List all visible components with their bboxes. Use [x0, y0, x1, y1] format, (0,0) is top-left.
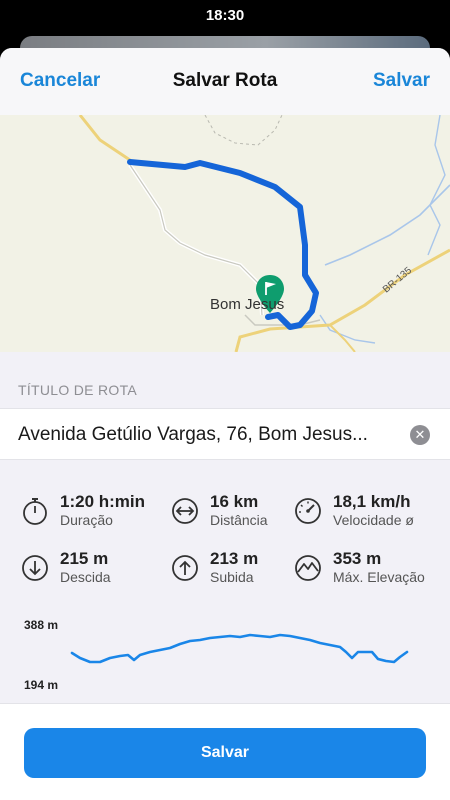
- map-boundary-line: [204, 115, 283, 146]
- stat-label: Distância: [210, 512, 268, 528]
- map-river-2: [427, 115, 446, 256]
- map-canvas: [78, 115, 450, 352]
- footer-bar: Salvar: [0, 703, 450, 800]
- stopwatch-icon: [23, 498, 47, 525]
- route-title-field[interactable]: Avenida Getúlio Vargas, 76, Bom Jesus...…: [0, 408, 450, 460]
- mountain-icon: [295, 555, 321, 581]
- route-title-input[interactable]: Avenida Getúlio Vargas, 76, Bom Jesus...: [18, 424, 368, 446]
- nav-bar: Cancelar Salvar Rota Salvar: [0, 48, 450, 115]
- save-button-top[interactable]: Salvar: [373, 70, 430, 92]
- stat-value: 16 km: [210, 492, 259, 511]
- stat-label: Subida: [210, 569, 254, 585]
- elevation-profile: 388 m 194 m: [0, 608, 450, 698]
- speedometer-icon: [295, 498, 321, 524]
- route-title-section-label: TÍTULO DE ROTA: [18, 382, 138, 398]
- status-time: 18:30: [205, 6, 245, 24]
- clear-icon[interactable]: ✕: [410, 425, 430, 445]
- stat-label: Velocidade ø: [333, 512, 414, 528]
- map-river-3: [319, 314, 376, 344]
- save-button[interactable]: Salvar: [24, 728, 426, 778]
- distance-arrows-icon: [172, 498, 198, 524]
- map-road-gray: [129, 164, 263, 316]
- arrow-up-icon: [172, 555, 198, 581]
- stat-value: 213 m: [210, 549, 259, 568]
- route-map[interactable]: Bom Jesus BR-135: [0, 115, 450, 352]
- elevation-chart: [70, 633, 409, 664]
- stat-label: Duração: [60, 512, 113, 528]
- stat-value: 353 m: [333, 549, 382, 568]
- arrow-down-icon: [22, 555, 48, 581]
- cancel-button[interactable]: Cancelar: [20, 70, 100, 92]
- status-bar: 18:30: [0, 0, 450, 30]
- save-route-sheet: Cancelar Salvar Rota Salvar Bom Jesus BR…: [0, 48, 450, 800]
- map-river: [324, 184, 450, 266]
- stat-value: 1:20 h:min: [60, 492, 146, 511]
- stat-label: Máx. Elevação: [333, 569, 425, 585]
- map-road-yellow-1: [78, 115, 131, 162]
- map-place-label: Bom Jesus: [210, 296, 285, 313]
- stat-value: 18,1 km/h: [333, 492, 411, 511]
- map-road-white: [128, 163, 264, 316]
- stat-label: Descida: [60, 569, 111, 585]
- elevation-line: [70, 633, 409, 664]
- stat-value: 215 m: [60, 549, 109, 568]
